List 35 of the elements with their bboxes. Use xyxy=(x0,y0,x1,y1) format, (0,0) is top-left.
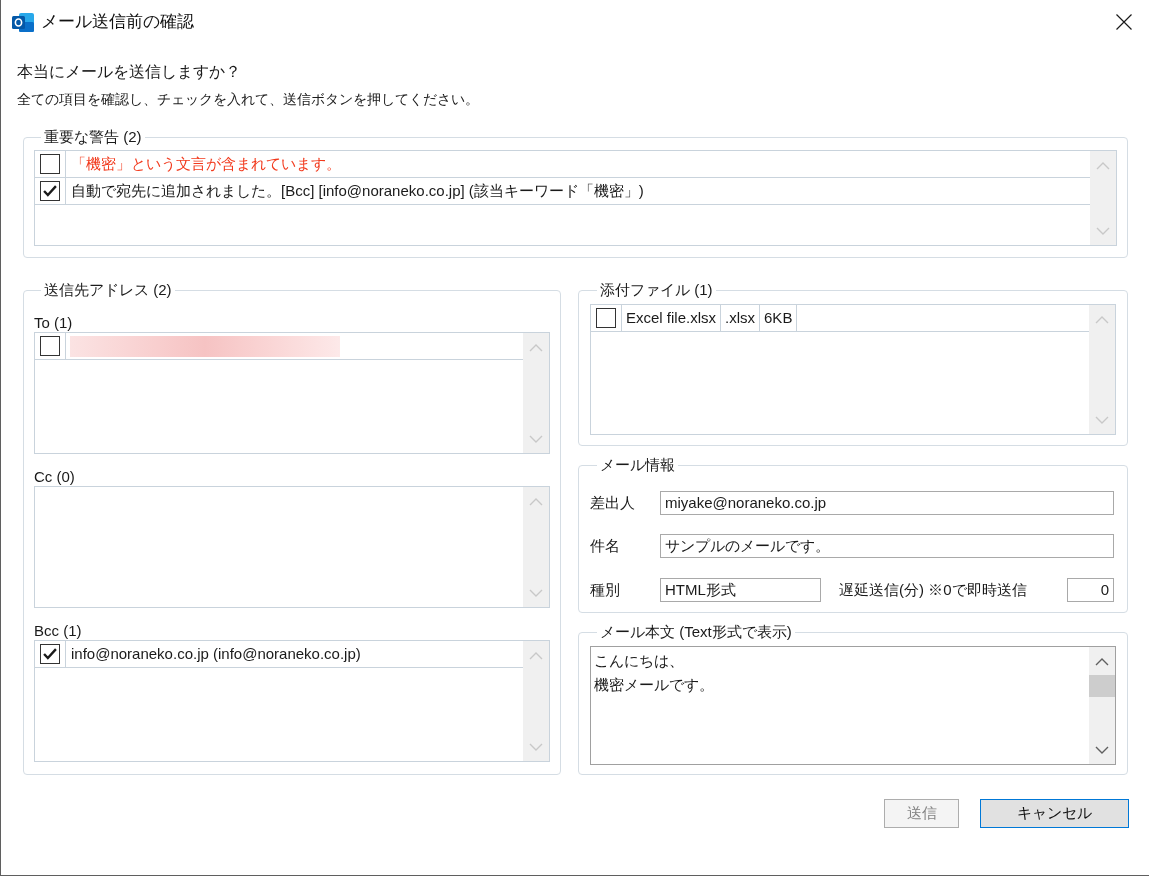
format-field[interactable]: HTML形式 xyxy=(660,578,821,602)
file-size: 6KB xyxy=(764,307,793,328)
warning-text: 「機密」という文言が含まれています。 xyxy=(71,153,341,174)
checkbox[interactable] xyxy=(596,308,616,328)
delay-field[interactable]: 0 xyxy=(1067,578,1114,602)
checkbox[interactable] xyxy=(40,181,60,201)
field-label: 種別 xyxy=(590,579,621,600)
instruction-text: 全ての項目を確認し、チェックを入れて、送信ボタンを押してください。 xyxy=(17,90,479,109)
group-title: メール情報 xyxy=(599,455,676,475)
app-icon xyxy=(12,11,34,33)
checkmark-icon xyxy=(43,185,57,197)
field-label: 差出人 xyxy=(590,492,636,513)
window-title: メール送信前の確認 xyxy=(41,11,194,34)
group-title: 送信先アドレス (2) xyxy=(43,280,173,300)
dialog-heading: 本当にメールを送信しますか？ xyxy=(17,62,241,82)
checkbox[interactable] xyxy=(40,154,60,174)
field-label: 遅延送信(分) ※0で即時送信 xyxy=(839,579,1027,600)
list-label: Cc (0) xyxy=(34,467,75,486)
subject-field[interactable]: サンプルのメールです。 xyxy=(660,534,1114,558)
checkbox[interactable] xyxy=(40,336,60,356)
checkmark-icon xyxy=(43,648,57,660)
field-label: 件名 xyxy=(590,535,621,556)
file-type: .xlsx xyxy=(725,307,756,328)
group-title: 重要な警告 (2) xyxy=(43,127,143,147)
warning-text: 自動で宛先に追加されました。[Bcc] [info@noraneko.co.jp] (該当キーワード「機密」) xyxy=(71,180,644,201)
checkbox[interactable] xyxy=(40,644,60,664)
group-title: メール本文 (Text形式で表示) xyxy=(599,622,793,642)
list-label: To (1) xyxy=(34,313,73,332)
cancel-button[interactable]: キャンセル xyxy=(980,799,1129,828)
list-label: Bcc (1) xyxy=(34,621,82,640)
recipient-address: info@noraneko.co.jp (info@noraneko.co.jp) xyxy=(71,643,361,664)
file-name: Excel file.xlsx xyxy=(626,307,717,328)
sender-field[interactable]: miyake@noraneko.co.jp xyxy=(660,491,1114,515)
group-title: 添付ファイル (1) xyxy=(599,280,714,300)
close-icon[interactable] xyxy=(1116,14,1132,30)
